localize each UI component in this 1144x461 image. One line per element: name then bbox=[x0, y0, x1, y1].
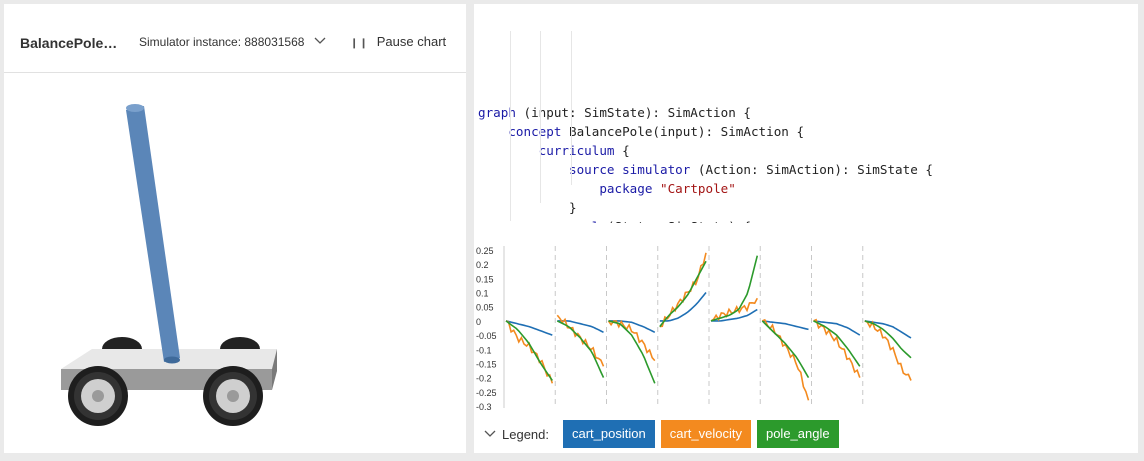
code-token: "Cartpole" bbox=[660, 181, 736, 196]
pause-chart-label: Pause chart bbox=[376, 34, 447, 49]
code-token: { bbox=[614, 143, 630, 158]
y-tick-label: 0.05 bbox=[476, 303, 494, 313]
code-token: (Action: SimAction): SimState { bbox=[690, 162, 933, 177]
code-line: package "Cartpole" bbox=[478, 179, 1134, 198]
code-line: graph (input: SimState): SimAction { bbox=[478, 103, 1134, 122]
indent-guide bbox=[510, 31, 511, 221]
series-line-cart-velocity bbox=[762, 318, 810, 401]
simulator-name: BalancePoleSi... bbox=[20, 35, 120, 51]
front-right-wheel bbox=[203, 366, 263, 426]
series-line-cart-position bbox=[659, 291, 707, 322]
code-token: (input: SimState): SimAction { bbox=[515, 105, 751, 120]
code-line: curriculum { bbox=[478, 141, 1134, 160]
code-line: goal (State: SimState) { bbox=[478, 217, 1134, 223]
legend-item-cart-velocity[interactable]: cart_velocity bbox=[660, 420, 751, 448]
y-tick-label: -0.25 bbox=[476, 388, 497, 398]
legend-item-cart-position[interactable]: cart_position bbox=[563, 420, 655, 448]
simulator-instance-dropdown[interactable]: Simulator instance: 888031568 bbox=[139, 35, 326, 49]
y-tick-label: 0.2 bbox=[476, 260, 489, 270]
series-line-cart-velocity bbox=[556, 314, 605, 367]
y-tick-label: -0.15 bbox=[476, 359, 497, 369]
chevron-down-icon[interactable] bbox=[484, 430, 496, 438]
y-tick-label: -0.2 bbox=[476, 374, 492, 384]
code-token: } bbox=[478, 200, 577, 215]
simulator-panel: BalancePoleSi... Simulator instance: 888… bbox=[4, 4, 466, 453]
simulator-instance-label: Simulator instance: 888031568 bbox=[139, 35, 305, 49]
y-tick-label: -0.3 bbox=[476, 402, 492, 412]
series-line-cart-velocity bbox=[505, 320, 554, 384]
code-token: source simulator bbox=[569, 162, 691, 177]
legend-label: Legend: bbox=[502, 426, 549, 442]
series-line-cart-position bbox=[557, 320, 604, 334]
y-tick-label: -0.05 bbox=[476, 331, 497, 341]
y-tick-label: 0.15 bbox=[476, 274, 494, 284]
y-tick-label: 0.1 bbox=[476, 289, 489, 299]
code-token: goal bbox=[569, 219, 599, 223]
code-token: curriculum bbox=[538, 143, 615, 158]
y-tick-label: -0.1 bbox=[476, 345, 492, 355]
indent-guide bbox=[540, 31, 541, 203]
indent-guide bbox=[571, 31, 572, 185]
code-token: (State: SimState) { bbox=[599, 219, 751, 223]
training-chart: 0.25 0.2 0.15 0.1 0.05 0 -0.05 -0.1 -0.15 -0.2 -0.… bbox=[476, 246, 912, 412]
y-tick-label: 0.25 bbox=[476, 246, 494, 256]
y-tick-label: 0 bbox=[476, 317, 481, 327]
series-line-cart-velocity bbox=[813, 318, 861, 378]
pole bbox=[126, 104, 180, 364]
code-line: source simulator (Action: SimAction): Si… bbox=[478, 160, 1134, 179]
simulator-header: BalancePoleSi... Simulator instance: 888… bbox=[4, 4, 466, 73]
pause-icon: ❙❙ bbox=[350, 38, 369, 49]
series-line-cart-position bbox=[813, 320, 861, 336]
series-line-cart-velocity bbox=[710, 297, 759, 322]
pause-chart-button[interactable]: ❙❙ Pause chart bbox=[350, 34, 446, 49]
code-line: } bbox=[478, 198, 1134, 217]
front-left-wheel bbox=[68, 366, 128, 426]
series-line-cart-velocity bbox=[607, 319, 656, 362]
code-token: package bbox=[599, 181, 653, 196]
code-token: concept bbox=[508, 124, 562, 139]
series-line-cart-position bbox=[505, 320, 553, 336]
code-token: BalancePole(input): SimAction { bbox=[561, 124, 805, 139]
series-line-pole-angle bbox=[813, 320, 861, 367]
inkling-code-editor[interactable]: graph (input: SimState): SimAction { con… bbox=[478, 8, 1134, 223]
legend-item-pole-angle[interactable]: pole_angle bbox=[756, 420, 839, 448]
cartpole-scene bbox=[61, 104, 277, 426]
code-and-chart-panel: graph (input: SimState): SimAction { con… bbox=[474, 4, 1138, 453]
series-line-pole-angle bbox=[761, 320, 810, 379]
legend: Legend: cart_position cart_velocity pole… bbox=[484, 420, 845, 448]
chevron-down-icon bbox=[314, 37, 326, 44]
code-line: concept BalancePole(input): SimAction { bbox=[478, 122, 1134, 141]
